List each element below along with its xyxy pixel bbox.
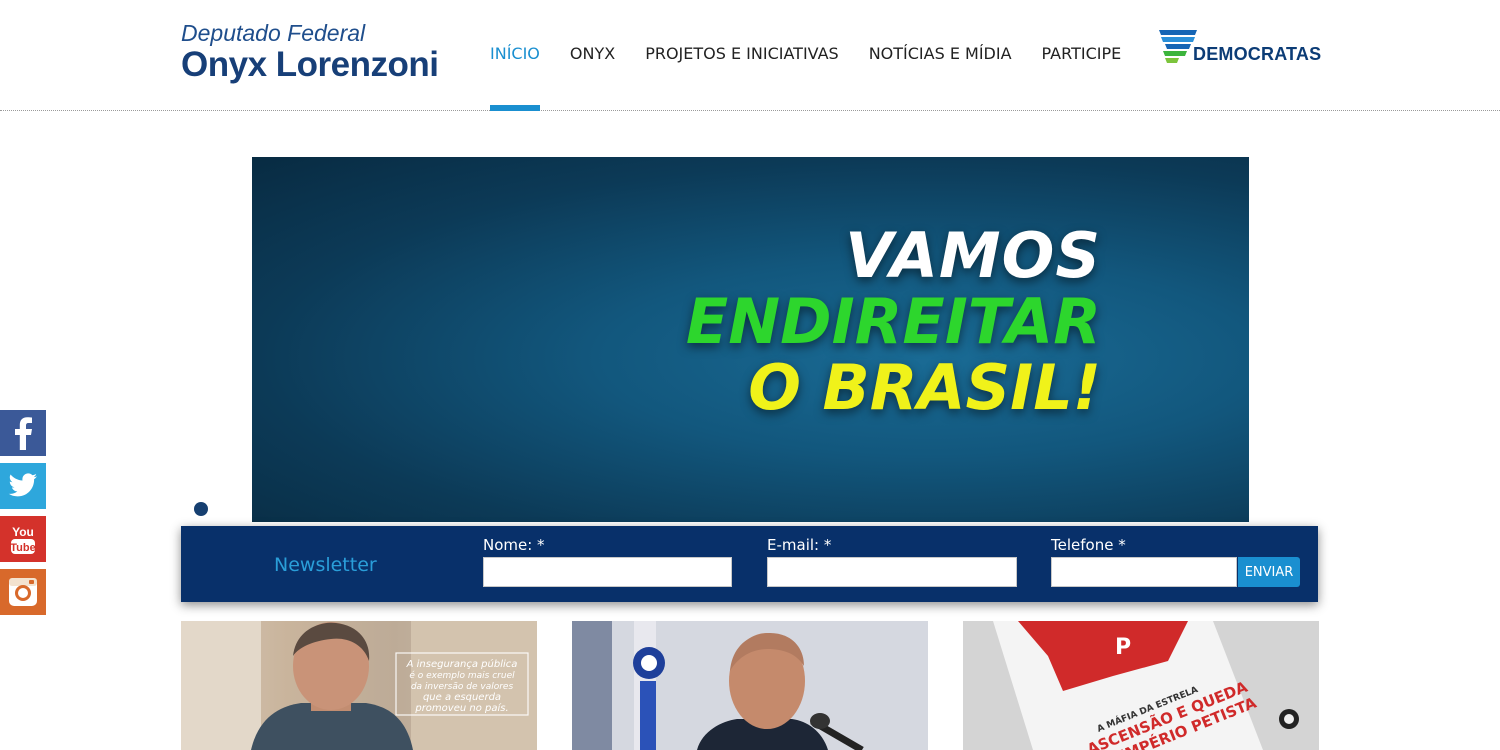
- party-name: DEMOCRATAS: [1193, 44, 1322, 64]
- party-logo[interactable]: DEMOCRATAS: [1157, 28, 1321, 64]
- phone-label: Telefone *: [1051, 536, 1126, 554]
- book-letter: P: [1115, 635, 1131, 660]
- quote-line-5: promoveu no país.: [414, 702, 508, 714]
- nav-item-projetos[interactable]: PROJETOS E INICIATIVAS: [632, 0, 852, 111]
- site-header: Deputado Federal Onyx Lorenzoni INÍCIO O…: [0, 0, 1500, 111]
- facebook-icon: [15, 417, 32, 450]
- newsletter-title: Newsletter: [274, 554, 377, 576]
- logo-title: Onyx Lorenzoni: [181, 45, 439, 84]
- phone-input[interactable]: [1051, 557, 1237, 587]
- facebook-button[interactable]: [0, 410, 46, 456]
- twitter-button[interactable]: [0, 463, 46, 509]
- slider-dot[interactable]: [194, 502, 208, 516]
- nav-item-participe[interactable]: PARTICIPE: [1029, 0, 1135, 111]
- banner-line-2: ENDIREITAR: [685, 285, 1101, 358]
- name-label: Nome: *: [483, 536, 545, 554]
- send-button[interactable]: ENVIAR: [1238, 557, 1300, 587]
- email-label: E-mail: *: [767, 536, 832, 554]
- instagram-button[interactable]: [0, 569, 46, 615]
- main-nav: INÍCIO ONYX PROJETOS E INICIATIVAS NOTÍC…: [477, 0, 1134, 111]
- name-field-group: Nome: *: [483, 535, 732, 587]
- quote-line-4: que a esquerda: [423, 692, 501, 703]
- news-image-1: A insegurança pública é o exemplo mais c…: [181, 621, 537, 750]
- nav-item-onyx[interactable]: ONYX: [557, 0, 628, 111]
- name-input[interactable]: [483, 557, 732, 587]
- email-input[interactable]: [767, 557, 1017, 587]
- page: Deputado Federal Onyx Lorenzoni INÍCIO O…: [0, 0, 1500, 750]
- site-logo[interactable]: Deputado Federal Onyx Lorenzoni: [181, 20, 439, 84]
- instagram-icon: [9, 578, 37, 606]
- youtube-icon: You Tube: [10, 525, 36, 554]
- news-thumbnail-2[interactable]: [572, 621, 928, 750]
- quote-line-1: A insegurança pública: [406, 658, 518, 670]
- hero-banner[interactable]: VAMOS ENDIREITAR O BRASIL!: [252, 157, 1249, 522]
- svg-text:You: You: [12, 525, 34, 539]
- news-thumbnail-3[interactable]: P A MÁFIA DA ESTRELA ASCENSÃO E QUEDA DO…: [963, 621, 1319, 750]
- banner-line-3: O BRASIL!: [748, 351, 1101, 424]
- quote-line-2: é o exemplo mais cruel: [409, 670, 515, 681]
- nav-item-noticias[interactable]: NOTÍCIAS E MÍDIA: [856, 0, 1025, 111]
- email-field-group: E-mail: *: [767, 535, 1017, 587]
- social-sidebar: You Tube: [0, 410, 46, 622]
- youtube-button[interactable]: You Tube: [0, 516, 46, 562]
- logo-subtitle: Deputado Federal: [181, 20, 366, 46]
- newsletter-bar: Newsletter Nome: * E-mail: * Telefone * …: [181, 526, 1318, 602]
- news-image-3: P A MÁFIA DA ESTRELA ASCENSÃO E QUEDA DO…: [963, 621, 1319, 750]
- news-image-2: [572, 621, 928, 750]
- nav-item-inicio[interactable]: INÍCIO: [477, 0, 553, 111]
- twitter-icon: [8, 473, 37, 497]
- banner-headline: VAMOS ENDIREITAR O BRASIL!: [686, 223, 1101, 421]
- quote-line-3: da inversão de valores: [411, 682, 514, 692]
- news-thumbnail-1[interactable]: A insegurança pública é o exemplo mais c…: [181, 621, 537, 750]
- svg-text:Tube: Tube: [10, 542, 35, 554]
- phone-field-group: Telefone *: [1051, 535, 1237, 587]
- banner-line-1: VAMOS: [845, 219, 1101, 292]
